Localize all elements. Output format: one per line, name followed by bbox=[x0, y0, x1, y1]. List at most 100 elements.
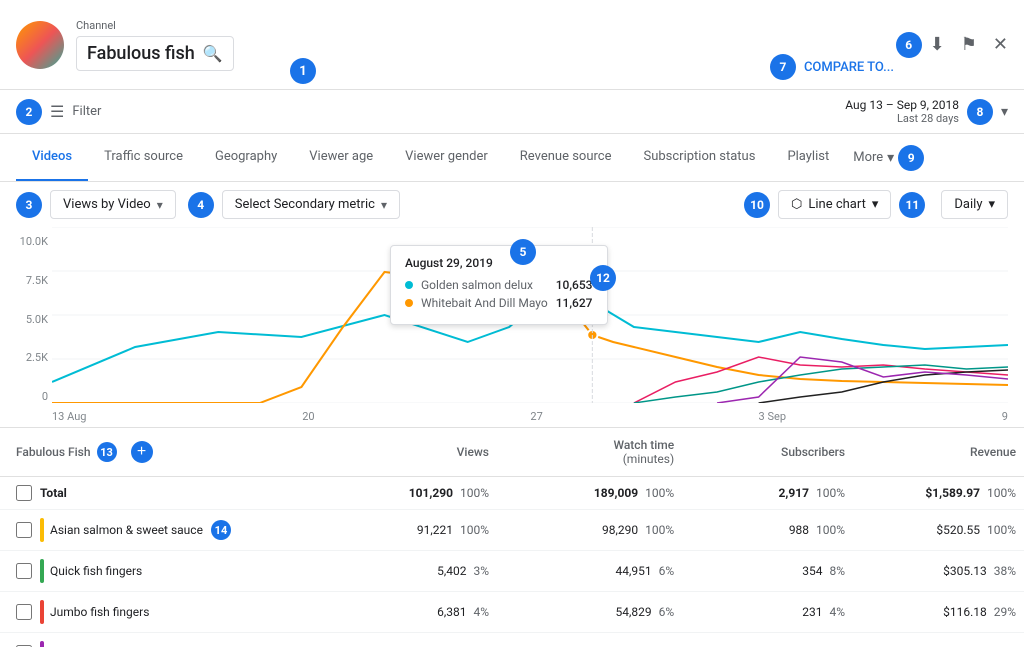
tab-subscription-status[interactable]: Subscription status bbox=[627, 134, 771, 182]
channel-name: Fabulous fish bbox=[87, 43, 195, 64]
annotation-4: 4 bbox=[188, 192, 214, 218]
row-4-views: 11,627 7% bbox=[340, 633, 497, 647]
row-2-name: Quick fish fingers bbox=[0, 551, 340, 592]
annotation-1: 1 bbox=[290, 58, 316, 84]
row-1-revenue: $520.55 100% bbox=[853, 510, 1024, 551]
x-label-3: 27 bbox=[530, 410, 542, 423]
y-label-5: 0 bbox=[4, 390, 48, 403]
close-icon[interactable]: ✕ bbox=[993, 34, 1008, 55]
row-3-color bbox=[40, 600, 44, 624]
tab-viewer-age[interactable]: Viewer age bbox=[293, 134, 389, 182]
compare-button[interactable]: COMPARE TO... bbox=[804, 60, 894, 75]
x-label-2: 20 bbox=[302, 410, 314, 423]
date-range[interactable]: Aug 13 – Sep 9, 2018 Last 28 days 8 ▾ bbox=[845, 98, 1008, 125]
table-row-3: Jumbo fish fingers 6,381 4% 54,829 6% 23… bbox=[0, 592, 1024, 633]
row-4-name: Whitebait And Dill Mayo bbox=[0, 633, 340, 647]
chart-type-label: Line chart bbox=[808, 197, 865, 212]
tab-viewer-gender[interactable]: Viewer gender bbox=[389, 134, 504, 182]
row-total-subs: 2,917 100% bbox=[682, 477, 853, 510]
table-row-4: Whitebait And Dill Mayo 11,627 7% 30,626… bbox=[0, 633, 1024, 647]
annotation-8: 8 bbox=[967, 99, 993, 125]
annotation-6: 6 bbox=[896, 32, 922, 58]
tab-revenue-source[interactable]: Revenue source bbox=[504, 134, 628, 182]
chart-type-arrow: ▾ bbox=[872, 197, 879, 212]
y-label-3: 5.0K bbox=[4, 313, 48, 326]
col-revenue: Revenue bbox=[853, 428, 1024, 477]
table-header-row: Fabulous Fish 13 + Views Watch time(minu… bbox=[0, 428, 1024, 477]
header: Channel Fabulous fish 🔍 1 6 ⬇ ⚑ ✕ 7 COMP… bbox=[0, 0, 1024, 90]
chart-tooltip: August 29, 2019 Golden salmon delux 10,6… bbox=[390, 245, 608, 325]
channel-info: Channel Fabulous fish 🔍 bbox=[76, 19, 234, 71]
line-purple bbox=[717, 357, 1008, 403]
y-label-4: 2.5K bbox=[4, 351, 48, 364]
annotation-10: 10 bbox=[744, 192, 770, 218]
primary-metric-dropdown[interactable]: Views by Video ▾ bbox=[50, 190, 176, 219]
flag-icon[interactable]: ⚑ bbox=[961, 34, 977, 55]
chart-type-dropdown[interactable]: ⬡ Line chart ▾ bbox=[778, 190, 891, 219]
secondary-metric-dropdown[interactable]: Select Secondary metric ▾ bbox=[222, 190, 400, 219]
date-dropdown-arrow[interactable]: ▾ bbox=[1001, 104, 1008, 120]
date-text: Aug 13 – Sep 9, 2018 Last 28 days bbox=[845, 98, 959, 125]
row-3-subs: 231 4% bbox=[682, 592, 853, 633]
row-1-subs: 988 100% bbox=[682, 510, 853, 551]
add-button[interactable]: + bbox=[131, 441, 153, 463]
more-label: More bbox=[853, 150, 883, 165]
row-total-name: Total bbox=[0, 477, 340, 510]
annotation-13: 13 bbox=[97, 442, 117, 462]
tab-traffic-source[interactable]: Traffic source bbox=[88, 134, 199, 182]
chart-controls: 3 Views by Video ▾ 4 Select Secondary me… bbox=[0, 182, 1024, 227]
annotation-3: 3 bbox=[16, 192, 42, 218]
y-label-2: 7.5K bbox=[4, 274, 48, 287]
tooltip-row-1: Golden salmon delux 10,653 bbox=[405, 278, 593, 292]
row-1-checkbox[interactable] bbox=[16, 522, 32, 538]
filter-label: Filter bbox=[72, 104, 101, 119]
row-1-color bbox=[40, 518, 44, 542]
primary-metric-arrow: ▾ bbox=[157, 198, 163, 212]
tooltip-value-1: 10,653 bbox=[556, 278, 593, 292]
table-section: Fabulous Fish 13 + Views Watch time(minu… bbox=[0, 427, 1024, 647]
table-row-2: Quick fish fingers 5,402 3% 44,951 6% 35… bbox=[0, 551, 1024, 592]
tooltip-label-2: Whitebait And Dill Mayo bbox=[421, 296, 548, 310]
row-2-color bbox=[40, 559, 44, 583]
channel-logo bbox=[16, 21, 64, 69]
tooltip-value-2: 11,627 bbox=[556, 296, 593, 310]
row-1-watch: 98,290 100% bbox=[497, 510, 682, 551]
row-4-revenue: $89.62 26% bbox=[853, 633, 1024, 647]
row-total-revenue: $1,589.97 100% bbox=[853, 477, 1024, 510]
table-row-1: Asian salmon & sweet sauce 14 91,221 100… bbox=[0, 510, 1024, 551]
row-3-name: Jumbo fish fingers bbox=[0, 592, 340, 633]
chevron-down-icon: ▾ bbox=[887, 150, 894, 166]
row-3-views: 6,381 4% bbox=[340, 592, 497, 633]
row-2-checkbox[interactable] bbox=[16, 563, 32, 579]
tab-videos[interactable]: Videos bbox=[16, 134, 88, 182]
y-axis: 10.0K 7.5K 5.0K 2.5K 0 bbox=[4, 235, 52, 403]
download-icon[interactable]: ⬇ bbox=[930, 34, 945, 55]
search-icon[interactable]: 🔍 bbox=[203, 44, 223, 63]
tab-playlist[interactable]: Playlist bbox=[771, 134, 845, 182]
tooltip-row-2: Whitebait And Dill Mayo 11,627 bbox=[405, 296, 593, 310]
y-label-1: 10.0K bbox=[4, 235, 48, 248]
chart-area: 10.0K 7.5K 5.0K 2.5K 0 13 Aug 20 bbox=[0, 227, 1024, 427]
row-total-checkbox[interactable] bbox=[16, 485, 32, 501]
tab-geography[interactable]: Geography bbox=[199, 134, 293, 182]
x-label-1: 13 Aug bbox=[52, 410, 86, 423]
col-subs: Subscribers bbox=[682, 428, 853, 477]
annotation-14: 14 bbox=[211, 520, 231, 540]
col-name: Fabulous Fish 13 + bbox=[0, 428, 340, 477]
row-2-views: 5,402 3% bbox=[340, 551, 497, 592]
tooltip-dot-1 bbox=[405, 281, 413, 289]
x-label-5: 9 bbox=[1002, 410, 1008, 423]
tooltip-label-1: Golden salmon delux bbox=[421, 278, 548, 292]
row-4-subs: 544 4% bbox=[682, 633, 853, 647]
header-right: 6 ⬇ ⚑ ✕ bbox=[896, 32, 1008, 58]
period-dropdown[interactable]: Daily ▾ bbox=[941, 190, 1008, 219]
tooltip-dot-2 bbox=[405, 299, 413, 307]
x-label-4: 3 Sep bbox=[759, 410, 786, 423]
table-row-total: Total 101,290 100% 189,009 100% 2,917 10… bbox=[0, 477, 1024, 510]
channel-name-row[interactable]: Fabulous fish 🔍 bbox=[76, 36, 234, 71]
tabs-more[interactable]: More ▾ 9 bbox=[845, 134, 932, 182]
filter-button[interactable]: ☰ Filter bbox=[50, 102, 101, 121]
row-2-subs: 354 8% bbox=[682, 551, 853, 592]
row-3-checkbox[interactable] bbox=[16, 604, 32, 620]
row-total-views: 101,290 100% bbox=[340, 477, 497, 510]
